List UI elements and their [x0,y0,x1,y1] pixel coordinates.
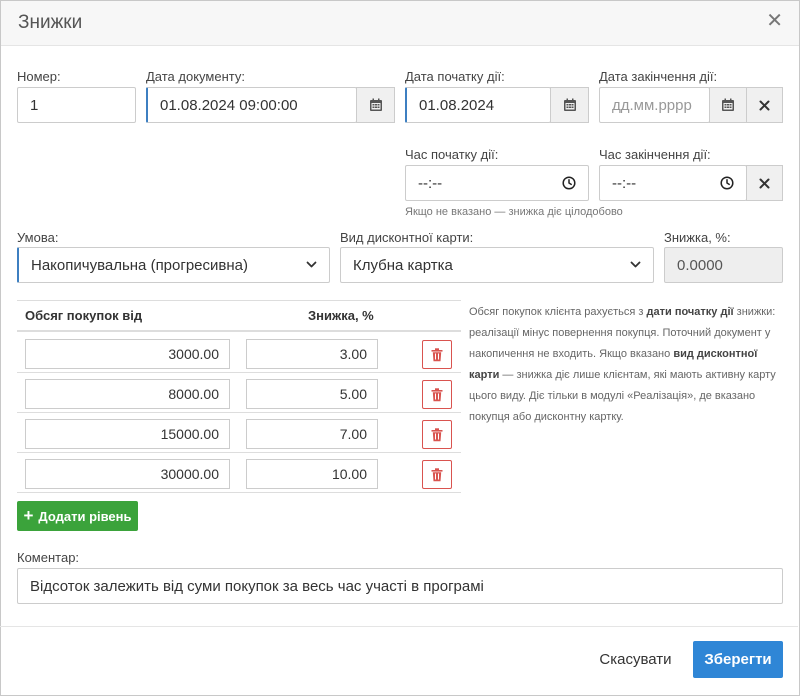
percent-value: 10.00 [331,466,367,482]
card-type-value: Клубна картка [353,256,453,274]
calendar-icon [722,98,734,111]
card-type-select[interactable]: Клубна картка [340,247,654,283]
info-part: — знижка діє лише клієнтам, які мають ак… [469,369,776,423]
number-label: Номер: [17,69,61,84]
amount-value: 30000.00 [160,466,219,482]
dialog-header: Знижки ✕ [1,1,799,46]
doc-date-label: Дата документу: [146,69,245,84]
time-hint: Якщо не вказано — знижка діє цілодобово [405,206,623,218]
save-button[interactable]: Зберегти [693,641,783,678]
comment-input[interactable]: Відсоток залежить від суми покупок за ве… [17,568,783,604]
amount-input[interactable]: 8000.00 [25,379,230,409]
clear-icon [759,178,770,188]
plus-icon: + [23,506,34,525]
percent-input[interactable]: 5.00 [246,379,378,409]
end-date-clear-button[interactable] [746,87,783,123]
card-type-label: Вид дисконтної карти: [340,230,474,245]
trash-icon [431,347,443,361]
percent-value: 3.00 [339,346,367,362]
end-time-label: Час закінчення дії: [599,147,711,162]
doc-date-value: 01.08.2024 09:00:00 [160,96,298,114]
number-input[interactable]: 1 [17,87,136,123]
table-row: 15000.00 7.00 [17,413,461,453]
add-level-button[interactable]: + Додати рівень [17,501,138,531]
close-icon[interactable]: ✕ [766,11,783,31]
trash-icon [431,427,443,441]
comment-label: Коментар: [17,550,80,565]
percent-input[interactable]: 3.00 [246,339,378,369]
comment-value: Відсоток залежить від суми покупок за ве… [30,577,484,595]
info-text: Обсяг покупок клієнта рахується з дати п… [469,302,783,428]
percent-value: 7.00 [339,426,367,442]
number-value: 1 [30,96,39,114]
clear-icon [759,100,770,110]
info-part: Обсяг покупок клієнта рахується з [469,306,647,318]
start-time-input[interactable]: --:-- [405,165,589,201]
condition-select[interactable]: Накопичувальна (прогресивна) [17,247,330,283]
delete-row-button[interactable] [422,380,452,409]
start-time-label: Час початку дії: [405,147,499,162]
start-date-calendar-button[interactable] [550,87,589,123]
amount-value: 8000.00 [168,386,219,402]
clock-icon [562,176,576,190]
amount-input[interactable]: 15000.00 [25,419,230,449]
cancel-button[interactable]: Скасувати [588,641,683,677]
start-date-input[interactable]: 01.08.2024 [405,87,551,123]
discount-value: 0.0000 [677,256,723,274]
percent-input[interactable]: 10.00 [246,459,378,489]
table-row: 3000.00 3.00 [17,333,461,373]
discount-label: Знижка, %: [664,230,731,245]
end-date-placeholder: дд.мм.рррр [612,96,692,114]
trash-icon [431,387,443,401]
calendar-icon [369,98,382,111]
end-date-label: Дата закінчення дії: [599,69,718,84]
percent-input[interactable]: 7.00 [246,419,378,449]
trash-icon [431,467,443,481]
doc-date-input[interactable]: 01.08.2024 09:00:00 [146,87,357,123]
table-row: 30000.00 10.00 [17,453,461,493]
delete-row-button[interactable] [422,460,452,489]
table-row: 8000.00 5.00 [17,373,461,413]
discount-input: 0.0000 [664,247,783,283]
doc-date-calendar-button[interactable] [356,87,395,123]
clock-icon [720,176,734,190]
add-level-label: Додати рівень [38,508,132,524]
dialog-title: Знижки [18,12,83,33]
amount-value: 15000.00 [160,426,219,442]
start-date-label: Дата початку дії: [405,69,505,84]
percent-column-header: Знижка, % [308,308,374,323]
chevron-down-icon [630,261,641,268]
chevron-down-icon [306,261,317,268]
calendar-icon [563,98,576,111]
info-bold: дати початку дії [646,306,734,318]
delete-row-button[interactable] [422,340,452,369]
end-date-input[interactable]: дд.мм.рррр [599,87,710,123]
condition-label: Умова: [17,230,59,245]
end-time-value: --:-- [612,174,637,192]
delete-row-button[interactable] [422,420,452,449]
amount-input[interactable]: 3000.00 [25,339,230,369]
levels-table-header: Обсяг покупок від Знижка, % [17,300,461,332]
amount-value: 3000.00 [168,346,219,362]
amount-input[interactable]: 30000.00 [25,459,230,489]
start-time-value: --:-- [418,174,443,192]
amount-column-header: Обсяг покупок від [25,308,143,323]
end-time-input[interactable]: --:-- [599,165,747,201]
end-time-clear-button[interactable] [746,165,783,201]
percent-value: 5.00 [339,386,367,402]
start-date-value: 01.08.2024 [419,96,495,114]
condition-value: Накопичувальна (прогресивна) [31,256,248,274]
end-date-calendar-button[interactable] [709,87,747,123]
